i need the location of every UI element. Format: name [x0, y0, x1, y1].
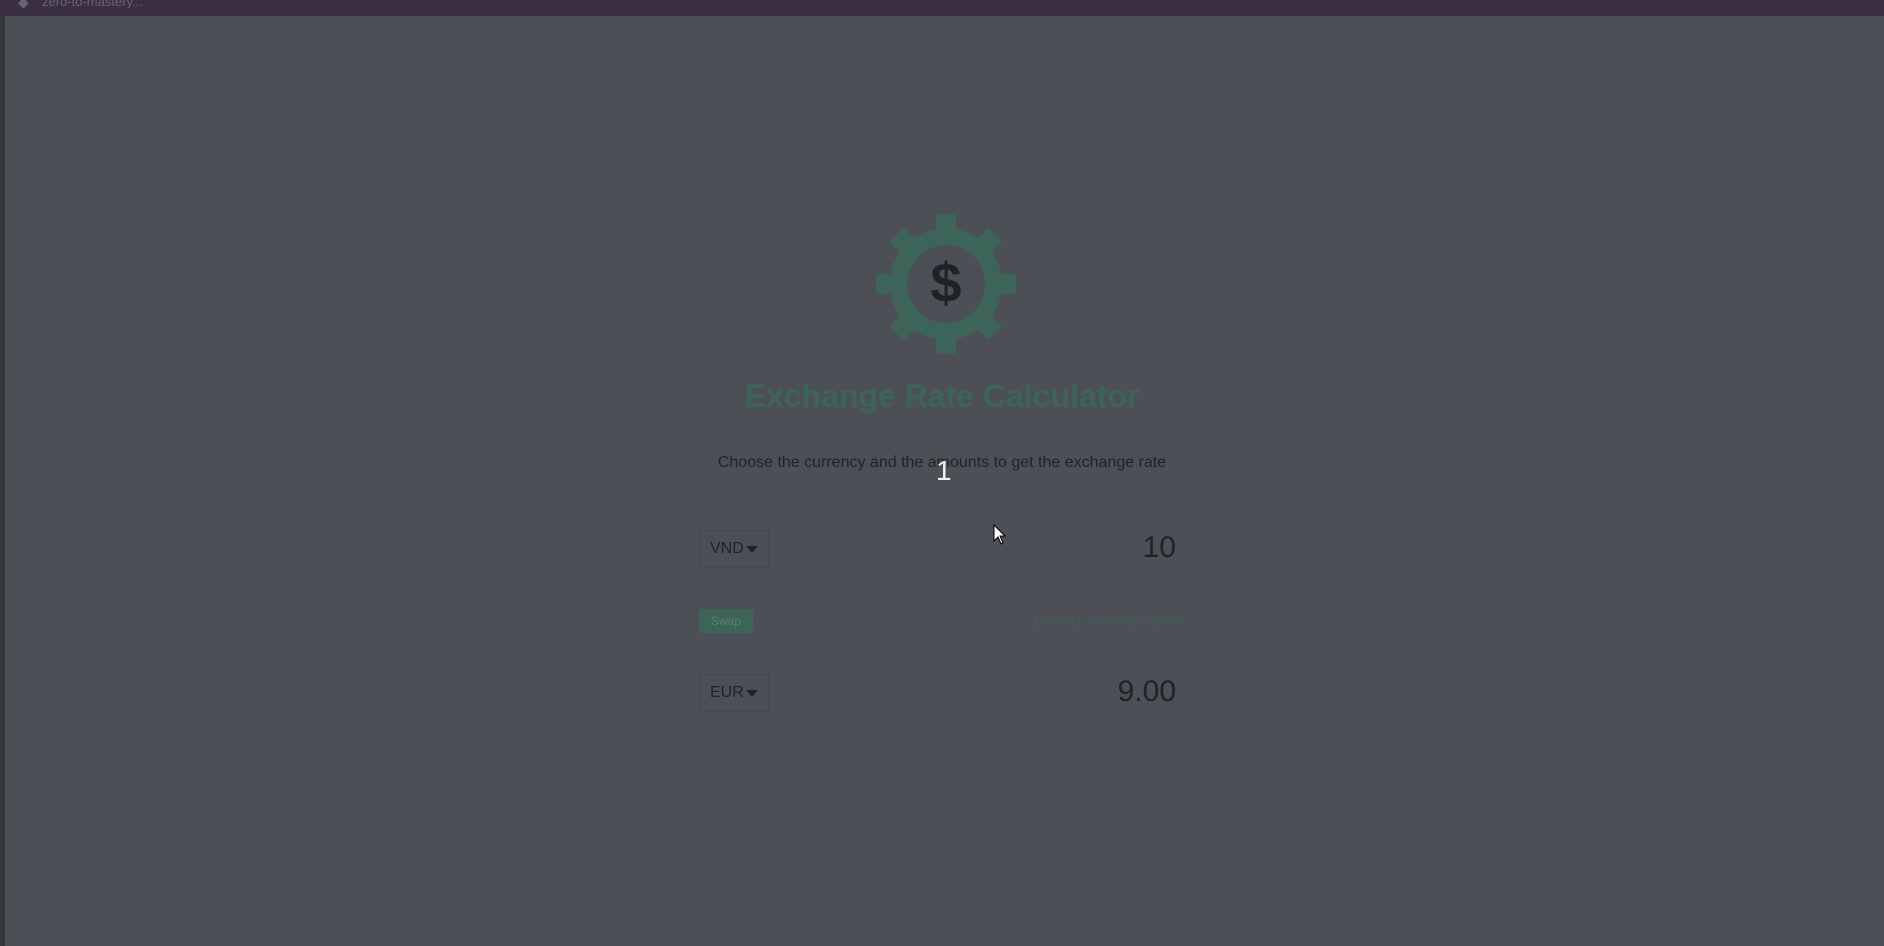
to-currency-label: EUR: [710, 684, 744, 701]
to-amount-input[interactable]: 9.00: [1118, 675, 1176, 709]
from-currency-label: VND: [710, 540, 744, 557]
from-amount-input[interactable]: 10: [1143, 531, 1176, 565]
swap-button[interactable]: Swap: [699, 609, 753, 633]
tab-title[interactable]: zero-to-mastery...: [42, 0, 143, 10]
chevron-down-icon: [745, 689, 758, 697]
chevron-down-icon: [745, 545, 758, 553]
gear-dollar-icon: $: [876, 214, 1016, 354]
mouse-cursor-icon: [993, 524, 1007, 545]
tab-favicon-icon: ◆: [18, 0, 29, 10]
svg-text:$: $: [930, 251, 961, 314]
overlay-number: 1: [936, 455, 952, 486]
to-currency-select[interactable]: EUR: [699, 674, 769, 712]
page-title: Exchange Rate Calculator: [744, 378, 1140, 414]
from-currency-select[interactable]: VND: [699, 530, 769, 568]
exchange-rate-text: 10 USD = 0.90027 EUR: [1031, 613, 1181, 629]
browser-tab-bar: ◆ zero-to-mastery...: [0, 0, 1884, 16]
